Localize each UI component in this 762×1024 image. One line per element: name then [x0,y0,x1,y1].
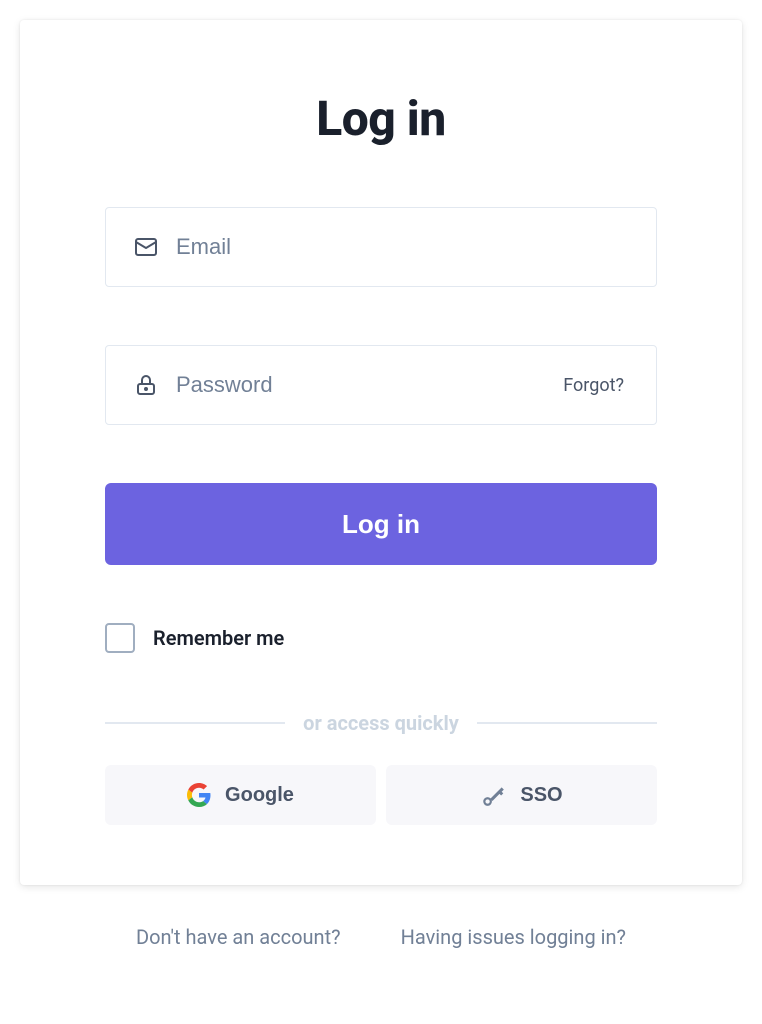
remember-me-checkbox[interactable] [105,623,135,653]
remember-me-wrapper[interactable]: Remember me [105,623,657,653]
login-button[interactable]: Log in [105,483,657,565]
mail-icon [134,235,158,259]
password-input-wrapper[interactable]: Forgot? [105,345,657,425]
sso-login-button[interactable]: SSO [386,765,657,825]
google-login-button[interactable]: Google [105,765,376,825]
login-card: Log in Forgot? Log in Remember me or acc… [20,20,742,885]
divider-line-left [105,722,285,724]
signup-link[interactable]: Don't have an account? [136,925,341,949]
lock-icon [134,373,158,397]
google-icon [187,783,211,807]
login-issues-link[interactable]: Having issues logging in? [401,925,626,949]
footer-links: Don't have an account? Having issues log… [20,925,742,949]
password-field[interactable] [176,346,563,424]
divider-text: or access quickly [303,711,459,735]
divider: or access quickly [105,711,657,735]
remember-me-label[interactable]: Remember me [153,626,284,650]
forgot-password-link[interactable]: Forgot? [563,375,628,396]
page-title: Log in [105,90,657,147]
divider-line-right [477,722,657,724]
email-field[interactable] [176,208,628,286]
email-input-wrapper[interactable] [105,207,657,287]
key-icon [480,782,506,808]
google-button-label: Google [225,784,294,807]
sso-button-label: SSO [520,784,562,807]
oauth-buttons: Google SSO [105,765,657,825]
